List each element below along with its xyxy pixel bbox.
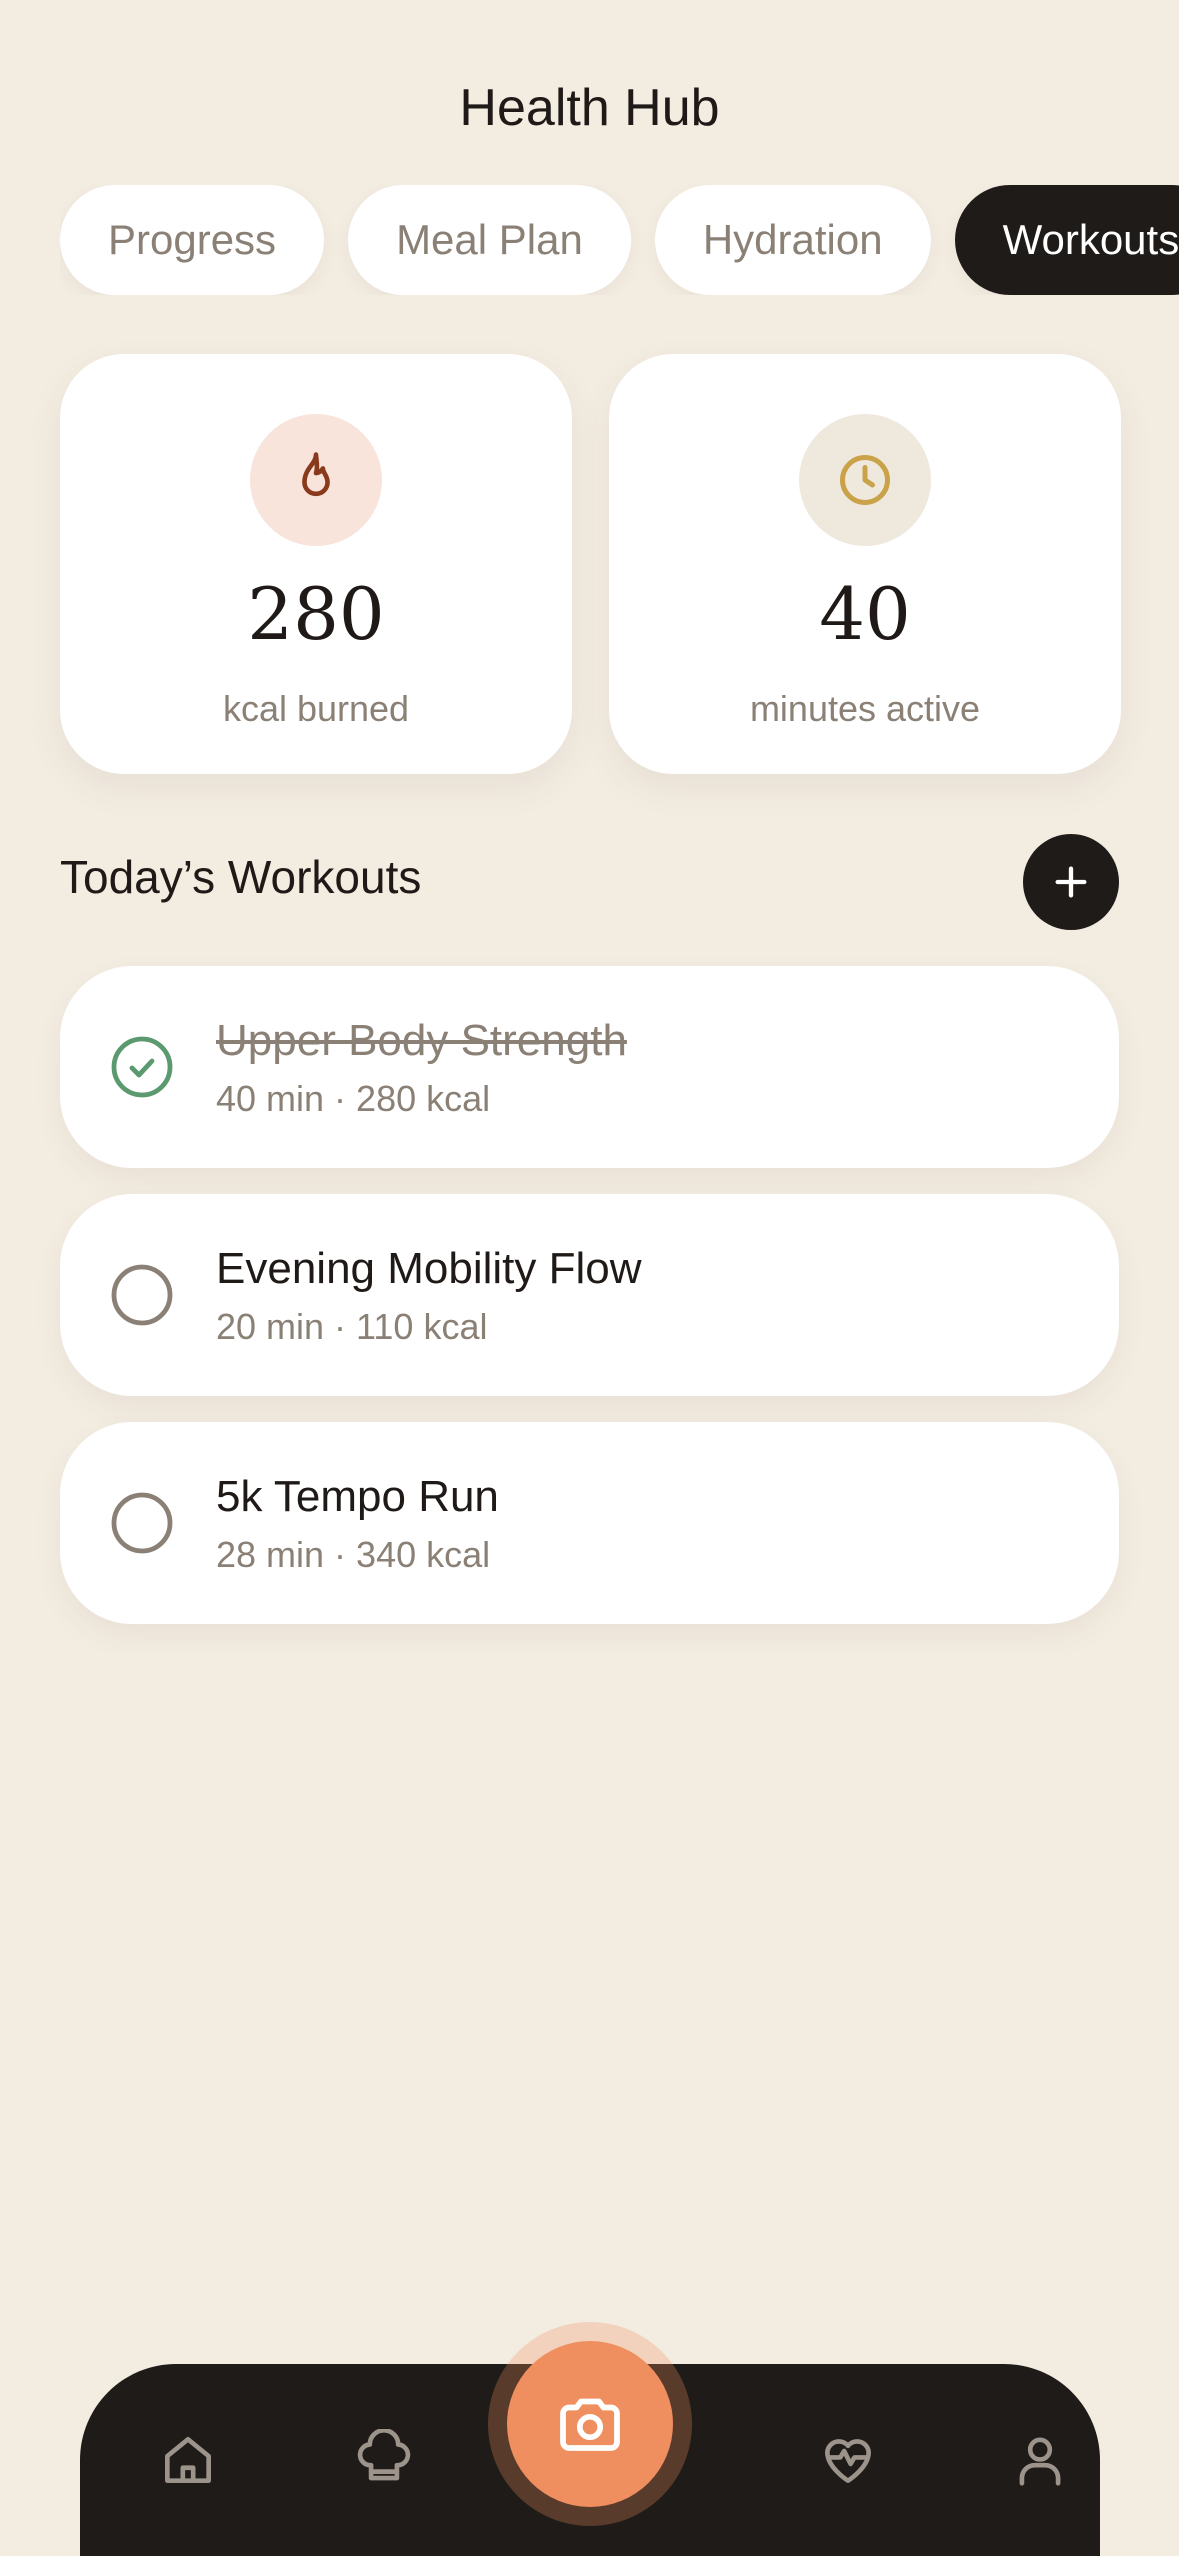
kcal-value: 280 [247,572,385,656]
kcal-label: kcal burned [222,688,410,729]
workout-meta: 20 min · 110 kcal [216,1306,488,1347]
health-hub-screen: Health Hub Progress Meal Plan Hydration Wor… [0,0,1179,2556]
tab-progress[interactable]: Progress [60,185,325,295]
plus-icon [1055,866,1087,898]
workout-item[interactable]: Evening Mobility Flow 20 min · 110 kcal [60,1194,1119,1396]
add-workout-button[interactable] [1023,834,1119,930]
workout-meta: 28 min · 340 kcal [216,1534,491,1575]
tab-hydration[interactable]: Hydration [654,185,931,295]
workout-item[interactable]: 5k Tempo Run 28 min · 340 kcal [60,1422,1119,1624]
workout-name: 5k Tempo Run [216,1472,499,1521]
page-title: Health Hub [459,79,720,137]
tab-meal-plan[interactable]: Meal Plan [348,185,631,295]
minutes-active-card: 40 minutes active [609,354,1121,774]
chef-hat-icon[interactable] [348,2424,420,2496]
heart-pulse-icon[interactable] [812,2424,884,2496]
workout-item[interactable]: Upper Body Strength 40 min · 280 kcal [60,966,1119,1168]
clock-icon [799,414,931,546]
flame-icon [250,414,382,546]
camera-icon [560,2398,620,2451]
tab-bar: Progress Meal Plan Hydration Workouts [60,185,1179,295]
unchecked-circle-icon[interactable] [110,1491,174,1555]
checked-circle-icon[interactable] [110,1035,174,1099]
section-title: Today’s Workouts [60,851,422,903]
minutes-label: minutes active [749,688,981,729]
minutes-value: 40 [819,572,911,656]
camera-button[interactable] [507,2341,673,2507]
workout-meta: 40 min · 280 kcal [216,1078,491,1119]
home-icon[interactable] [152,2424,224,2496]
user-icon[interactable] [1004,2424,1076,2496]
kcal-burned-card: 280 kcal burned [60,354,572,774]
workout-name: Evening Mobility Flow [216,1244,642,1293]
unchecked-circle-icon[interactable] [110,1263,174,1327]
workout-name: Upper Body Strength [216,1016,627,1065]
tab-workouts[interactable]: Workouts [954,185,1179,295]
